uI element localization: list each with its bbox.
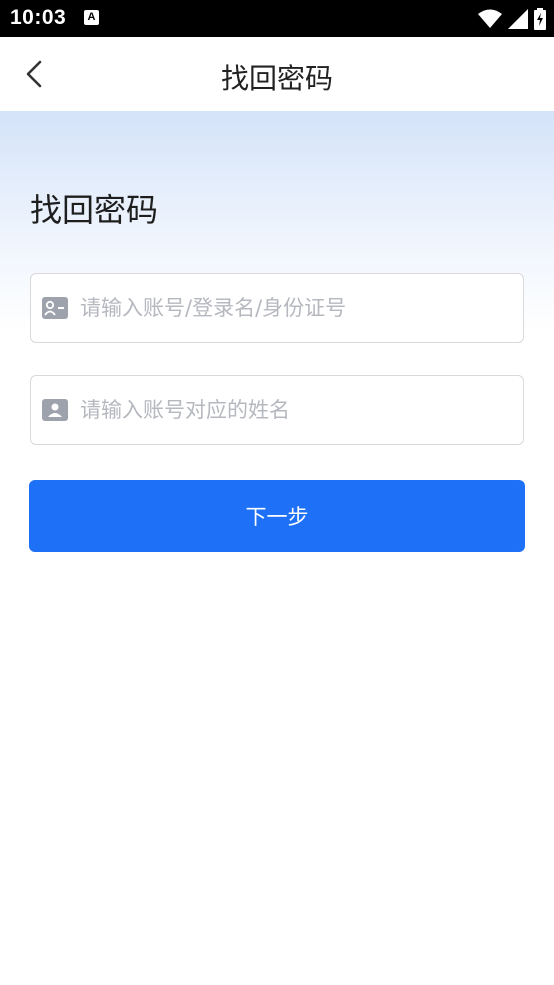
account-input[interactable] xyxy=(80,288,523,328)
name-input[interactable] xyxy=(80,390,523,430)
status-icons xyxy=(478,8,546,30)
nav-bar: 找回密码 xyxy=(0,37,554,111)
status-bar: 10:03 A xyxy=(0,0,554,37)
page-heading: 找回密码 xyxy=(30,191,159,229)
wifi-icon xyxy=(478,9,502,28)
person-badge-icon xyxy=(42,399,68,421)
nav-title: 找回密码 xyxy=(220,62,333,95)
next-button[interactable]: 下一步 xyxy=(29,480,525,552)
notification-a-icon: A xyxy=(84,10,99,25)
name-field[interactable] xyxy=(30,375,524,445)
signal-icon xyxy=(508,9,528,29)
status-time: 10:03 xyxy=(10,6,67,29)
contact-card-icon xyxy=(42,297,68,319)
account-field[interactable] xyxy=(30,273,524,343)
battery-charging-icon xyxy=(534,8,546,30)
